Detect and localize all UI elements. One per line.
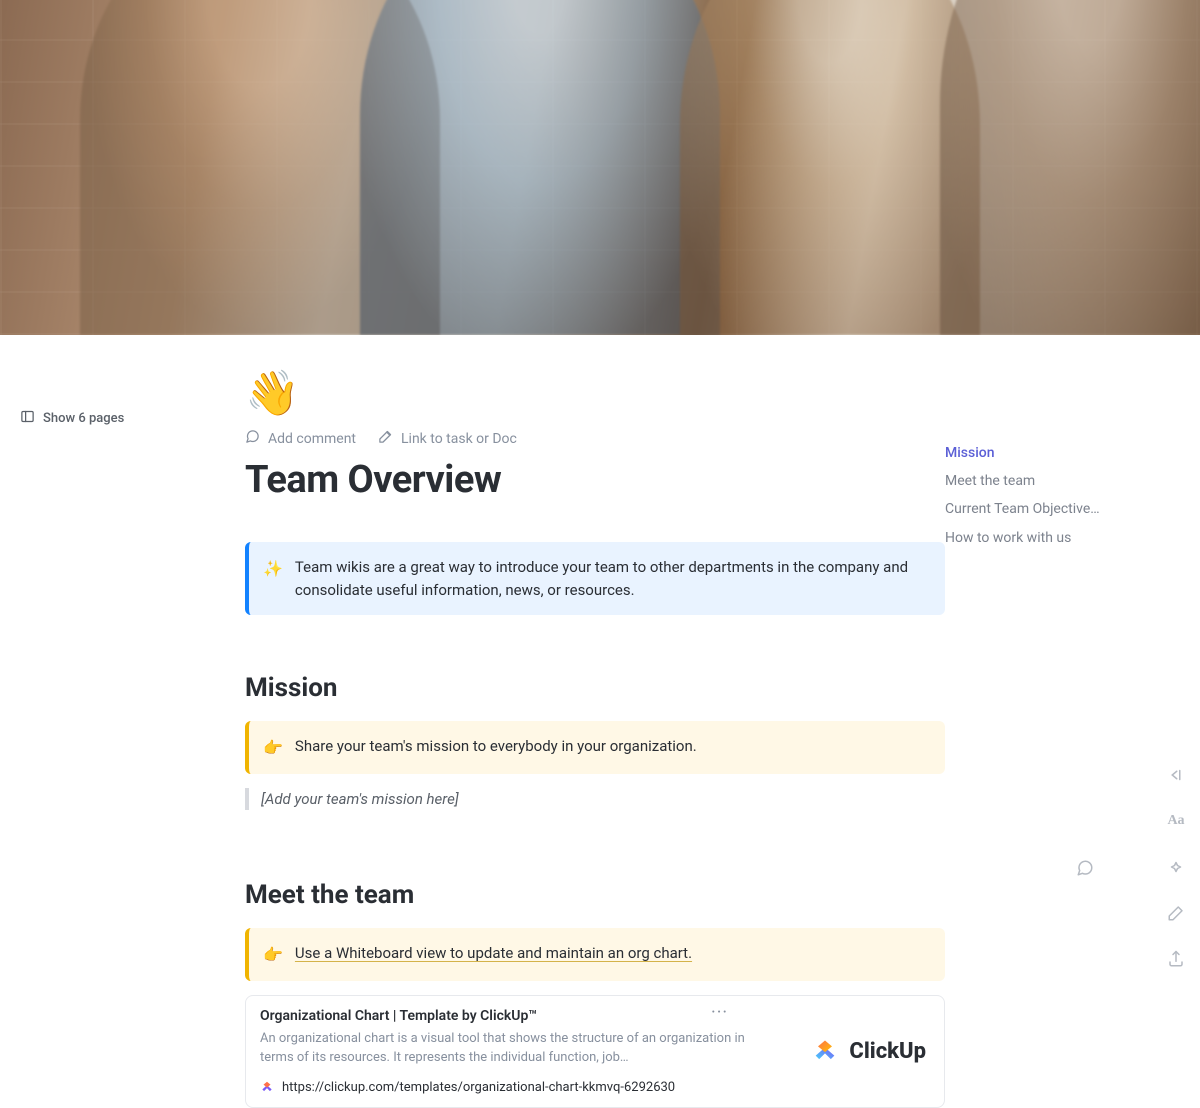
link-card-url: https://clickup.com/templates/organizati…	[282, 1080, 675, 1095]
add-comment-label: Add comment	[268, 431, 356, 447]
right-toolbar: Aa	[1166, 765, 1186, 969]
toc-item-work-with-us[interactable]: How to work with us	[945, 524, 1105, 552]
mission-placeholder[interactable]: [Add your team's mission here]	[245, 788, 945, 810]
intro-callout-text: Team wikis are a great way to introduce …	[295, 556, 927, 601]
sidebar-icon	[20, 409, 35, 428]
intro-callout[interactable]: ✨ Team wikis are a great way to introduc…	[245, 542, 945, 615]
inline-comment-button[interactable]	[1076, 859, 1096, 879]
card-menu-button[interactable]: ···	[711, 1002, 728, 1023]
meet-callout-text: Use a Whiteboard view to update and main…	[295, 942, 692, 967]
toc-item-mission[interactable]: Mission	[945, 439, 1105, 467]
link-task-label: Link to task or Doc	[401, 431, 517, 447]
comment-icon	[245, 429, 260, 448]
link-card-desc: An organizational chart is a visual tool…	[260, 1030, 769, 1068]
toc-item-meet-team[interactable]: Meet the team	[945, 467, 1105, 495]
point-right-icon: 👉	[263, 736, 283, 760]
clickup-favicon	[260, 1080, 274, 1094]
ai-sparkle-icon[interactable]	[1166, 857, 1186, 877]
meet-callout[interactable]: 👉 Use a Whiteboard view to update and ma…	[245, 928, 945, 981]
show-pages-button[interactable]: Show 6 pages	[12, 405, 132, 432]
heading-meet-team[interactable]: Meet the team	[245, 880, 945, 910]
link-card-brand: ClickUp	[811, 1037, 926, 1065]
toc-item-objectives[interactable]: Current Team Objective…	[945, 495, 1105, 523]
mission-callout[interactable]: 👉 Share your team's mission to everybody…	[245, 721, 945, 774]
cover-image[interactable]	[0, 0, 1200, 335]
doc-emoji[interactable]: 👋	[245, 371, 945, 415]
link-preview-card[interactable]: ··· Organizational Chart | Template by C…	[245, 995, 945, 1108]
point-right-icon: 👉	[263, 943, 283, 967]
show-pages-label: Show 6 pages	[43, 411, 124, 426]
typography-icon[interactable]: Aa	[1166, 811, 1186, 831]
wand-icon	[378, 429, 393, 448]
magic-wand-icon[interactable]	[1166, 903, 1186, 923]
heading-mission[interactable]: Mission	[245, 673, 945, 703]
clickup-logo-icon	[811, 1037, 839, 1065]
mission-callout-text: Share your team's mission to everybody i…	[295, 735, 697, 760]
link-card-title: Organizational Chart | Template by Click…	[260, 1008, 769, 1024]
collapse-icon[interactable]	[1166, 765, 1186, 785]
page-title[interactable]: Team Overview	[245, 458, 945, 502]
sparkle-icon: ✨	[263, 557, 283, 601]
link-task-button[interactable]: Link to task or Doc	[378, 429, 517, 448]
share-icon[interactable]	[1166, 949, 1186, 969]
link-card-brand-name: ClickUp	[849, 1039, 926, 1064]
meet-callout-link[interactable]: Use a Whiteboard view to update and main…	[295, 944, 692, 962]
add-comment-button[interactable]: Add comment	[245, 429, 356, 448]
table-of-contents: Mission Meet the team Current Team Objec…	[945, 335, 1105, 552]
